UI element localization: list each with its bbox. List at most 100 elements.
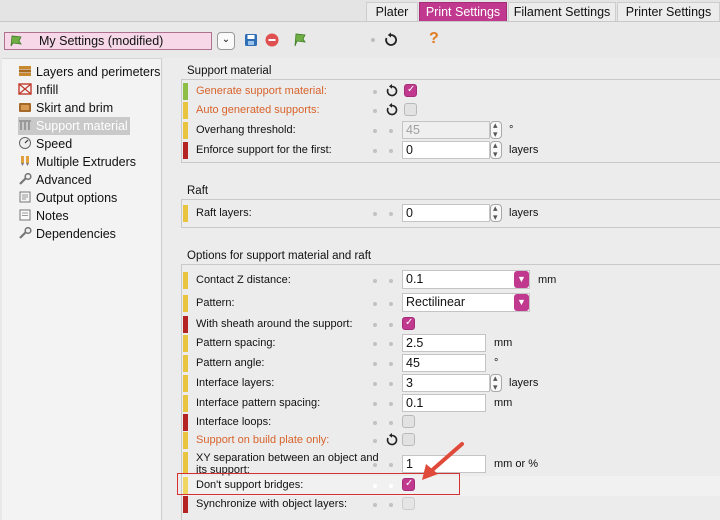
sidebar-item-layers[interactable]: Layers and perimeters <box>18 63 160 81</box>
wrench-icon <box>19 173 32 185</box>
checkbox-generate-support[interactable] <box>404 84 417 97</box>
row-overhang: Overhang threshold: 45 ° <box>182 120 720 141</box>
checkbox-interface-loops[interactable] <box>402 415 415 428</box>
mode-indicator-advanced <box>183 295 188 312</box>
reset-dot <box>389 342 393 346</box>
contact-z-select[interactable]: 0.1 ▼ <box>402 270 530 289</box>
sidebar-item-skirt[interactable]: Skirt and brim <box>18 99 113 117</box>
group-raft: Raft layers: 0 layers <box>181 199 720 228</box>
reset-dot <box>389 402 393 406</box>
checkbox-sync-layers[interactable] <box>402 497 415 510</box>
reset-dot <box>389 129 393 133</box>
lock-dot <box>373 362 377 366</box>
interface-layers-stepper[interactable] <box>490 373 502 393</box>
pattern-spacing-input[interactable]: 2.5 <box>402 334 486 352</box>
label-pattern: Pattern: <box>196 297 235 309</box>
label-enforce: Enforce support for the first: <box>196 144 332 156</box>
compare-icon[interactable] <box>292 32 308 48</box>
sidebar-item-infill[interactable]: Infill <box>18 81 58 99</box>
enforce-layers-input[interactable]: 0 <box>402 141 490 159</box>
notes-icon <box>19 209 31 221</box>
tab-plater[interactable]: Plater <box>366 2 418 21</box>
mode-indicator-advanced <box>183 432 188 449</box>
checkbox-sheath[interactable] <box>402 317 415 330</box>
raft-layers-input[interactable]: 0 <box>402 204 490 222</box>
label-raft-layers: Raft layers: <box>196 207 252 219</box>
save-icon[interactable] <box>243 32 259 48</box>
flag-icon <box>10 35 22 47</box>
annotation-arrow-icon <box>422 442 464 480</box>
help-icon[interactable]: ? <box>429 30 439 48</box>
lock-dot <box>373 90 377 94</box>
dropdown-icon[interactable]: ⌄ <box>217 32 235 50</box>
unit-degree: ° <box>509 124 514 136</box>
row-pattern: Pattern: Rectilinear ▼ <box>182 293 720 314</box>
reset-icon[interactable] <box>385 433 399 447</box>
tab-printer-settings[interactable]: Printer Settings <box>617 2 720 21</box>
tab-print-settings[interactable]: Print Settings <box>419 2 507 21</box>
speed-icon <box>19 137 31 149</box>
enforce-stepper[interactable] <box>490 140 502 160</box>
unit-mm: mm <box>494 397 513 409</box>
sidebar-item-output[interactable]: Output options <box>18 189 117 207</box>
reset-dot <box>389 323 393 327</box>
interface-spacing-input[interactable]: 0.1 <box>402 394 486 412</box>
checkbox-build-plate[interactable] <box>402 433 415 446</box>
label-build-plate: Support on build plate only: <box>196 434 330 446</box>
reset-dot <box>389 279 393 283</box>
top-tab-bar: Plater Print Settings Filament Settings … <box>0 0 720 22</box>
label-contact-z: Contact Z distance: <box>196 274 291 286</box>
preset-select[interactable]: My Settings (modified) <box>4 32 212 50</box>
reset-icon[interactable] <box>385 103 399 117</box>
pattern-angle-input[interactable]: 45 <box>402 354 486 372</box>
label-generate-support: Generate support material: <box>196 85 327 97</box>
label-interface-spacing: Interface pattern spacing: <box>196 397 321 409</box>
sidebar-item-extruders[interactable]: Multiple Extruders <box>18 153 136 171</box>
reset-dot <box>389 421 393 425</box>
extruders-icon <box>21 156 29 166</box>
undo-icon[interactable] <box>383 32 399 48</box>
mode-indicator-advanced <box>183 335 188 352</box>
mode-indicator-simple <box>183 83 188 100</box>
reset-dot <box>389 382 393 386</box>
lock-dot <box>373 149 377 153</box>
mode-indicator-advanced <box>183 375 188 392</box>
support-icon <box>19 120 31 130</box>
sidebar-item-notes[interactable]: Notes <box>18 207 69 225</box>
row-sync-layers: Synchronize with object layers: <box>182 495 720 515</box>
overhang-stepper[interactable] <box>490 120 502 140</box>
label-overhang: Overhang threshold: <box>196 124 296 136</box>
interface-layers-input[interactable]: 3 <box>402 374 490 392</box>
sidebar-item-dependencies[interactable]: Dependencies <box>18 225 116 243</box>
lock-dot <box>373 439 377 443</box>
toolbar-dot <box>371 38 375 42</box>
row-interface-layers: Interface layers: 3 layers <box>182 373 720 394</box>
sidebar-item-advanced[interactable]: Advanced <box>18 171 92 189</box>
unit-layers: layers <box>509 377 539 389</box>
reset-icon[interactable] <box>385 84 399 98</box>
raft-layers-stepper[interactable] <box>490 203 502 223</box>
sidebar-item-speed[interactable]: Speed <box>18 135 72 153</box>
checkbox-auto-supports[interactable] <box>404 103 417 116</box>
sidebar-item-support[interactable]: Support material <box>18 117 130 135</box>
pattern-select[interactable]: Rectilinear ▼ <box>402 293 530 312</box>
lock-dot <box>373 503 377 507</box>
reset-dot <box>389 362 393 366</box>
lock-dot <box>373 342 377 346</box>
delete-icon[interactable] <box>264 32 280 48</box>
overhang-threshold-input[interactable]: 45 <box>402 121 490 139</box>
tab-filament-settings[interactable]: Filament Settings <box>508 2 616 21</box>
lock-dot <box>373 129 377 133</box>
settings-sidebar: Layers and perimeters Infill Skirt and b… <box>2 58 162 520</box>
mode-indicator-advanced <box>183 205 188 222</box>
lock-dot <box>373 323 377 327</box>
section-title-support: Support material <box>187 65 272 77</box>
reset-dot <box>389 503 393 507</box>
layers-icon <box>19 66 31 76</box>
lock-dot <box>373 382 377 386</box>
chevron-down-icon: ▼ <box>514 294 529 311</box>
preset-name: My Settings (modified) <box>39 34 164 48</box>
row-generate-support: Generate support material: <box>182 82 720 102</box>
label-pattern-spacing: Pattern spacing: <box>196 337 276 349</box>
reset-dot <box>389 463 393 467</box>
